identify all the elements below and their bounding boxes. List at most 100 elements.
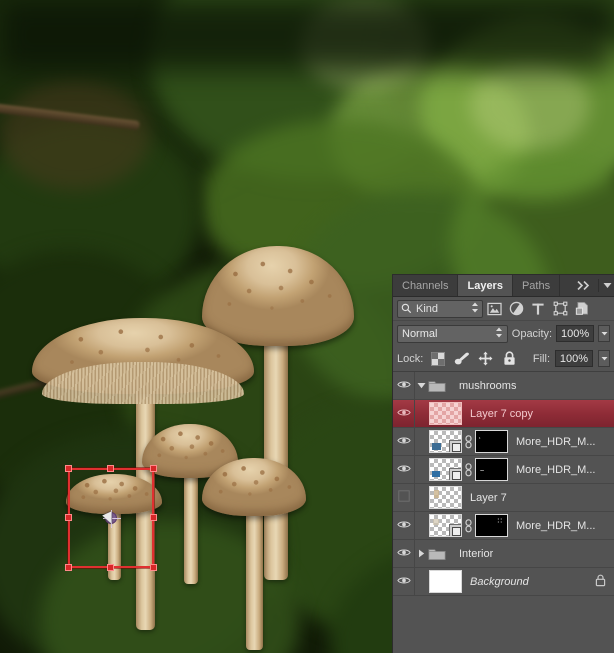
group-disclosure-triangle-icon[interactable] [415, 549, 428, 558]
layer-visibility-toggle[interactable] [393, 400, 415, 427]
lock-all-icon[interactable] [500, 350, 519, 368]
eye-icon-off [397, 490, 410, 505]
layers-list[interactable]: mushrooms Layer 7 copy ‘ More_HDR_M... ~… [393, 372, 614, 653]
eye-icon [396, 408, 411, 420]
layer-locked-icon [595, 574, 606, 590]
layer-visibility-toggle[interactable] [393, 372, 415, 399]
layer-mask-thumbnail[interactable]: ‘ [475, 430, 508, 453]
opacity-dropdown-arrow[interactable] [598, 325, 610, 342]
layer-thumbnail-group[interactable] [429, 402, 462, 425]
layer-visibility-toggle[interactable] [393, 540, 415, 567]
smart-object-filter-icon[interactable] [571, 299, 593, 318]
eye-icon [396, 576, 411, 588]
mushroom-right-front [202, 458, 310, 650]
transform-handle-bottom-center[interactable] [107, 564, 114, 571]
table-row[interactable]: Layer 7 [393, 484, 614, 512]
layer-thumbnail[interactable] [429, 402, 462, 425]
type-layers-filter-icon[interactable] [527, 299, 549, 318]
table-row[interactable]: Interior [393, 540, 614, 568]
filter-kind-dropdown[interactable]: Kind [397, 299, 483, 318]
layer-name: More_HDR_M... [516, 519, 596, 532]
panel-tab-bar[interactable]: Channels Layers Paths [393, 275, 614, 297]
layer-thumbnail[interactable] [429, 570, 462, 593]
layer-thumbnail-group[interactable] [429, 486, 462, 509]
pixel-layers-filter-icon[interactable] [483, 299, 505, 318]
link-mask-icon[interactable] [464, 434, 473, 449]
thumbnail-content [432, 443, 441, 450]
tab-channels[interactable]: Channels [393, 275, 459, 296]
mushroom-cap [202, 458, 306, 516]
blend-mode-row[interactable]: Normal Opacity: 100% [393, 321, 614, 346]
table-row[interactable]: ~ More_HDR_M... [393, 456, 614, 484]
lock-row[interactable]: Lock: Fill: 100% [393, 346, 614, 372]
tab-paths-label: Paths [521, 279, 551, 292]
layer-mask-thumbnail[interactable]: ~ [475, 458, 508, 481]
eye-icon [396, 520, 411, 532]
layer-visibility-toggle[interactable] [393, 484, 415, 511]
layer-thumbnail[interactable] [429, 458, 462, 481]
eye-icon [396, 436, 411, 448]
fill-value[interactable]: 100% [555, 350, 593, 367]
layer-thumbnail-group[interactable] [429, 570, 462, 593]
layer-visibility-toggle[interactable] [393, 428, 415, 455]
table-row[interactable]: Background [393, 568, 614, 596]
layer-thumbnail[interactable] [429, 514, 462, 537]
layer-thumbnail-group[interactable]: ~ [429, 458, 508, 481]
transform-handle-top-right[interactable] [150, 465, 157, 472]
group-disclosure-triangle-icon[interactable] [415, 382, 428, 389]
table-row[interactable]: Layer 7 copy [393, 400, 614, 428]
mask-mark: ∷ [497, 518, 502, 525]
layer-name: Layer 7 [470, 491, 507, 504]
moss-blob [0, 0, 614, 70]
link-mask-icon[interactable] [464, 518, 473, 533]
adjustment-layers-filter-icon[interactable] [505, 299, 527, 318]
mask-mark: ‘ [479, 437, 481, 444]
tab-layers[interactable]: Layers [458, 275, 513, 296]
photoshop-screenshot: Channels Layers Paths Kind Normal Opacit… [0, 0, 614, 653]
blend-mode-stepper-icon[interactable] [495, 327, 503, 340]
layer-thumbnail[interactable] [429, 486, 462, 509]
lock-transparent-pixels-icon[interactable] [428, 350, 447, 368]
layer-name: More_HDR_M... [516, 463, 596, 476]
transform-handle-bottom-right[interactable] [150, 564, 157, 571]
transform-handle-bottom-left[interactable] [65, 564, 72, 571]
smart-object-badge-icon [449, 440, 461, 452]
thumbnail-content [434, 490, 439, 498]
layers-panel[interactable]: Channels Layers Paths Kind Normal Opacit… [392, 274, 614, 653]
layer-thumbnail[interactable] [429, 430, 462, 453]
layer-filter-row[interactable]: Kind [393, 297, 614, 321]
opacity-value[interactable]: 100% [556, 325, 595, 342]
filter-kind-stepper-icon[interactable] [471, 302, 479, 315]
blend-mode-dropdown[interactable]: Normal [397, 324, 508, 343]
transform-handle-top-left[interactable] [65, 465, 72, 472]
tab-paths[interactable]: Paths [513, 275, 561, 296]
smart-object-badge-icon [449, 524, 461, 536]
table-row[interactable]: ∷ More_HDR_M... [393, 512, 614, 540]
fill-dropdown-arrow[interactable] [598, 350, 610, 367]
filter-kind-label: Kind [416, 302, 439, 315]
shape-layers-filter-icon[interactable] [549, 299, 571, 318]
layer-thumbnail-group[interactable]: ‘ [429, 430, 508, 453]
transform-handle-middle-right[interactable] [150, 514, 157, 521]
collapse-panel-icon[interactable] [572, 275, 596, 296]
link-mask-icon[interactable] [464, 462, 473, 477]
layer-mask-thumbnail[interactable]: ∷ [475, 514, 508, 537]
mushroom-stem [246, 502, 263, 650]
opacity-label: Opacity: [511, 327, 553, 340]
table-row[interactable]: ‘ More_HDR_M... [393, 428, 614, 456]
search-icon [401, 303, 412, 314]
lock-image-pixels-icon[interactable] [452, 350, 471, 368]
transform-handle-middle-left[interactable] [65, 514, 72, 521]
layer-name: mushrooms [459, 379, 517, 392]
layer-visibility-toggle[interactable] [393, 512, 415, 539]
layer-thumbnail-group[interactable]: ∷ [429, 514, 508, 537]
lock-label: Lock: [397, 352, 424, 365]
panel-menu-icon[interactable] [601, 275, 614, 296]
layer-visibility-toggle[interactable] [393, 568, 415, 595]
transform-handle-top-center[interactable] [107, 465, 114, 472]
layer-name: More_HDR_M... [516, 435, 596, 448]
moss-blob [470, 60, 590, 150]
lock-position-icon[interactable] [476, 350, 495, 368]
layer-visibility-toggle[interactable] [393, 456, 415, 483]
table-row[interactable]: mushrooms [393, 372, 614, 400]
